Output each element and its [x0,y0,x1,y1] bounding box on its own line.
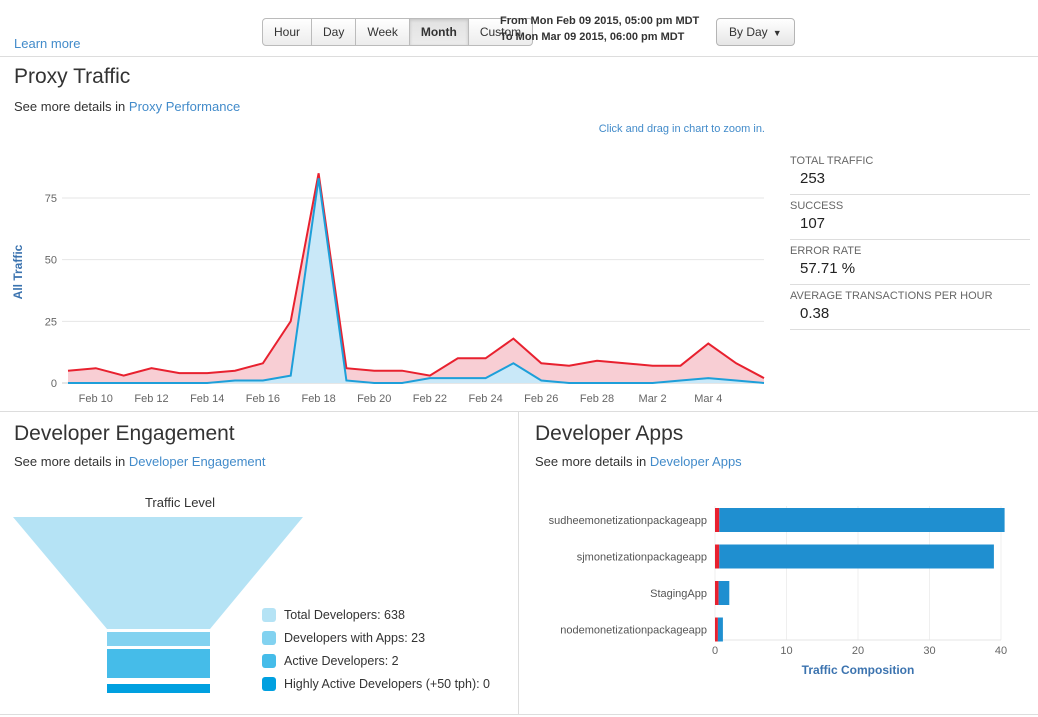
legend-item-total-developers: Total Developers: 638 [262,608,490,622]
proxy-traffic-subtitle: See more details in Proxy Performance [14,99,240,114]
svg-text:Feb 18: Feb 18 [301,393,335,405]
stat-value: 0.38 [790,305,1030,322]
proxy-traffic-chart[interactable]: 0 25 50 75 Feb 10 Feb 12 Feb 14 Feb 16 Feb 18 Feb… [8,147,778,409]
svg-text:30: 30 [923,645,935,657]
svg-text:All Traffic: All Traffic [11,244,25,299]
svg-text:Feb 26: Feb 26 [524,393,558,405]
proxy-performance-link[interactable]: Proxy Performance [129,99,240,114]
stat-error-rate: ERROR RATE 57.71 % [790,242,1030,285]
stat-value: 107 [790,215,1030,232]
range-button-group: Hour Day Week Month Custom [262,18,533,46]
svg-text:Feb 20: Feb 20 [357,393,391,405]
svg-text:Feb 28: Feb 28 [580,393,614,405]
toolbar: Learn more Hour Day Week Month Custom Fr… [0,0,1038,57]
legend-label: Developers with Apps: 23 [284,631,425,645]
funnel-title: Traffic Level [10,495,350,510]
svg-text:20: 20 [852,645,864,657]
svg-text:75: 75 [45,193,57,205]
developer-apps-link[interactable]: Developer Apps [650,454,742,469]
legend-swatch [262,677,276,691]
legend-label: Active Developers: 2 [284,654,399,668]
granularity-label: By Day [729,25,768,39]
proxy-details-prefix: See more details in [14,99,125,114]
legend-label: Total Developers: 638 [284,608,405,622]
svg-text:Feb 24: Feb 24 [468,393,502,405]
developer-apps-bar-chart: 0 10 20 30 40 sudheemonetizationpackageapp sjm… [519,500,1034,682]
svg-text:Feb 10: Feb 10 [79,393,113,405]
granularity-dropdown[interactable]: By Day ▼ [716,18,795,46]
range-button-month[interactable]: Month [409,18,469,46]
svg-text:StagingApp: StagingApp [650,588,707,600]
stat-avg-tph: AVERAGE TRANSACTIONS PER HOUR 0.38 [790,287,1030,330]
range-button-week[interactable]: Week [355,18,409,46]
svg-text:10: 10 [780,645,792,657]
bottom-row: Developer Engagement See more details in… [0,411,1038,715]
stat-value: 253 [790,170,1030,187]
funnel-legend: Total Developers: 638 Developers with Ap… [262,608,490,700]
proxy-traffic-section: Proxy Traffic See more details in Proxy … [0,57,1038,411]
stat-total-traffic: TOTAL TRAFFIC 253 [790,152,1030,195]
stat-success: SUCCESS 107 [790,197,1030,240]
svg-text:Mar 4: Mar 4 [694,393,722,405]
engagement-details-prefix: See more details in [14,454,125,469]
apps-details-prefix: See more details in [535,454,646,469]
svg-text:0: 0 [51,378,57,390]
traffic-stats-panel: TOTAL TRAFFIC 253 SUCCESS 107 ERROR RATE… [790,152,1030,332]
legend-item-highly-active-developers: Highly Active Developers (+50 tph): 0 [262,677,490,691]
svg-text:sudheemonetizationpackageapp: sudheemonetizationpackageapp [549,515,707,527]
svg-text:50: 50 [45,255,57,267]
svg-text:Feb 12: Feb 12 [134,393,168,405]
legend-swatch [262,608,276,622]
developer-apps-section: Developer Apps See more details in Devel… [519,412,1038,714]
svg-text:Traffic Composition: Traffic Composition [802,663,915,677]
svg-text:40: 40 [995,645,1007,657]
developer-apps-subtitle: See more details in Developer Apps [535,454,742,469]
range-button-hour[interactable]: Hour [262,18,312,46]
developer-engagement-section: Developer Engagement See more details in… [0,412,519,714]
learn-more-link[interactable]: Learn more [14,36,80,51]
svg-text:Feb 14: Feb 14 [190,393,224,405]
date-range-to: To Mon Mar 09 2015, 06:00 pm MDT [500,29,699,45]
stat-label: AVERAGE TRANSACTIONS PER HOUR [790,290,1030,302]
legend-item-active-developers: Active Developers: 2 [262,654,490,668]
legend-label: Highly Active Developers (+50 tph): 0 [284,677,490,691]
legend-swatch [262,631,276,645]
developer-engagement-link[interactable]: Developer Engagement [129,454,266,469]
svg-text:Feb 16: Feb 16 [246,393,280,405]
svg-text:0: 0 [712,645,718,657]
stat-value: 57.71 % [790,260,1030,277]
proxy-traffic-title: Proxy Traffic [14,65,130,89]
svg-text:nodemonetizationpackageapp: nodemonetizationpackageapp [560,625,707,637]
svg-text:Feb 22: Feb 22 [413,393,447,405]
chart-zoom-hint: Click and drag in chart to zoom in. [599,123,765,135]
dashboard-page: Learn more Hour Day Week Month Custom Fr… [0,0,1038,717]
stat-label: SUCCESS [790,200,1030,212]
svg-text:Mar 2: Mar 2 [639,393,667,405]
legend-swatch [262,654,276,668]
range-button-day[interactable]: Day [311,18,356,46]
developer-apps-title: Developer Apps [535,422,683,446]
stat-label: TOTAL TRAFFIC [790,155,1030,167]
developer-engagement-title: Developer Engagement [14,422,235,446]
date-range-from: From Mon Feb 09 2015, 05:00 pm MDT [500,13,699,29]
date-range: From Mon Feb 09 2015, 05:00 pm MDT To Mo… [500,13,699,45]
svg-text:25: 25 [45,316,57,328]
stat-label: ERROR RATE [790,245,1030,257]
caret-down-icon: ▼ [773,28,782,38]
developer-engagement-subtitle: See more details in Developer Engagement [14,454,266,469]
svg-text:sjmonetizationpackageapp: sjmonetizationpackageapp [577,552,707,564]
legend-item-developers-with-apps: Developers with Apps: 23 [262,631,490,645]
